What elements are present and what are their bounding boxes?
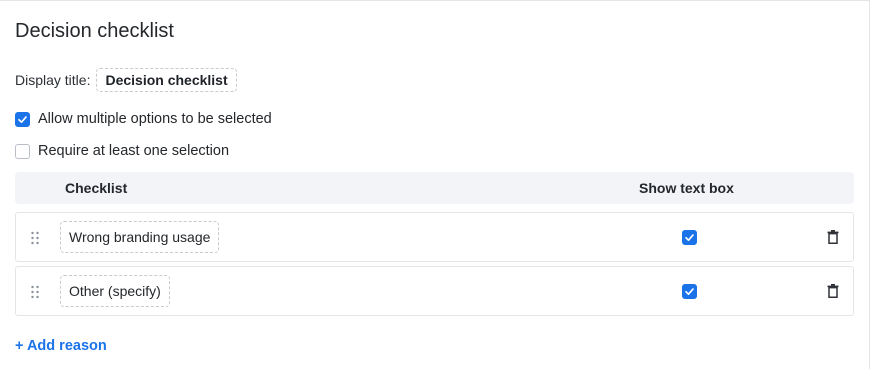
column-header-show-text-box: Show text box: [639, 180, 734, 196]
checkmark-icon: [18, 115, 27, 123]
display-title-input[interactable]: Decision checklist: [96, 68, 237, 92]
add-reason-button[interactable]: + Add reason: [15, 338, 107, 354]
drag-handle-icon[interactable]: [30, 231, 40, 245]
checkmark-icon: [685, 234, 694, 241]
trash-icon[interactable]: [827, 284, 839, 298]
reason-input[interactable]: Wrong branding usage: [60, 221, 220, 253]
show-text-box-checkbox[interactable]: [682, 230, 697, 245]
require-one-checkbox[interactable]: [15, 143, 30, 159]
require-one-label: Require at least one selection: [38, 143, 230, 159]
show-text-box-checkbox[interactable]: [682, 284, 697, 299]
table-row: Wrong branding usage: [15, 212, 854, 262]
checkmark-icon: [685, 288, 694, 295]
allow-multiple-label: Allow multiple options to be selected: [38, 111, 272, 127]
display-title-label: Display title:: [15, 72, 91, 88]
allow-multiple-option[interactable]: Allow multiple options to be selected: [15, 111, 272, 127]
allow-multiple-checkbox[interactable]: [15, 111, 30, 127]
trash-icon[interactable]: [827, 230, 839, 244]
drag-handle-icon[interactable]: [30, 285, 40, 299]
table-row: Other (specify): [15, 266, 854, 316]
display-title-row: Display title: Decision checklist: [15, 68, 237, 92]
decision-checklist-panel: Decision checklist Display title: Decisi…: [0, 0, 870, 369]
checklist-table-header: Checklist Show text box: [15, 172, 854, 204]
page-title: Decision checklist: [15, 20, 174, 42]
column-header-checklist: Checklist: [65, 180, 128, 196]
reason-input[interactable]: Other (specify): [60, 275, 170, 307]
require-one-option[interactable]: Require at least one selection: [15, 143, 229, 159]
